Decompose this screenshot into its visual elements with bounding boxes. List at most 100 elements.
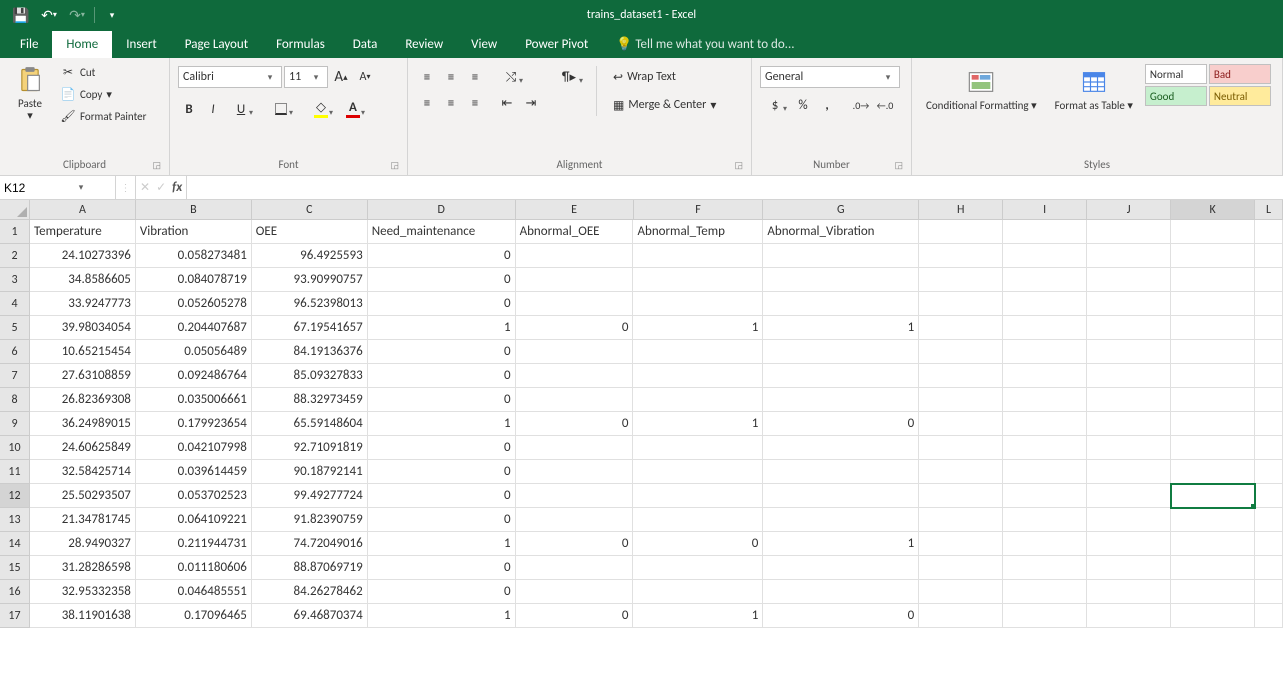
cell-K14[interactable]: [1171, 532, 1255, 556]
cell-A3[interactable]: 34.8586605: [30, 268, 136, 292]
row-header[interactable]: 8: [0, 388, 30, 412]
cell-G4[interactable]: [763, 292, 919, 316]
align-top-button[interactable]: ≡: [416, 66, 438, 88]
column-header-A[interactable]: A: [30, 200, 136, 220]
cell-H3[interactable]: [919, 268, 1003, 292]
cell-K16[interactable]: [1171, 580, 1255, 604]
row-header[interactable]: 14: [0, 532, 30, 556]
cell-J14[interactable]: [1087, 532, 1171, 556]
cell-F14[interactable]: 0: [633, 532, 763, 556]
cell-K2[interactable]: [1171, 244, 1255, 268]
cell-L4[interactable]: [1255, 292, 1283, 316]
cell-F5[interactable]: 1: [633, 316, 763, 340]
cell-E16[interactable]: [516, 580, 634, 604]
cell-J2[interactable]: [1087, 244, 1171, 268]
row-header[interactable]: 2: [0, 244, 30, 268]
cell-F16[interactable]: [633, 580, 763, 604]
style-bad[interactable]: Bad: [1209, 64, 1271, 84]
row-header[interactable]: 12: [0, 484, 30, 508]
cell-A6[interactable]: 10.65215454: [30, 340, 136, 364]
spreadsheet-grid[interactable]: ABCDEFGHIJKL 1TemperatureVibrationOEENee…: [0, 200, 1283, 628]
cell-D11[interactable]: 0: [368, 460, 516, 484]
cell-C1[interactable]: OEE: [252, 220, 368, 244]
cell-D7[interactable]: 0: [368, 364, 516, 388]
cell-D4[interactable]: 0: [368, 292, 516, 316]
cell-F7[interactable]: [633, 364, 763, 388]
alignment-dialog-launcher[interactable]: ◲: [734, 160, 743, 171]
cell-B2[interactable]: 0.058273481: [136, 244, 252, 268]
column-header-B[interactable]: B: [136, 200, 252, 220]
cell-A16[interactable]: 32.95332358: [30, 580, 136, 604]
cell-L15[interactable]: [1255, 556, 1283, 580]
cell-G11[interactable]: [763, 460, 919, 484]
column-header-G[interactable]: G: [763, 200, 919, 220]
cell-C4[interactable]: 96.52398013: [252, 292, 368, 316]
cell-J12[interactable]: [1087, 484, 1171, 508]
cell-I14[interactable]: [1003, 532, 1087, 556]
cell-D16[interactable]: 0: [368, 580, 516, 604]
paste-button[interactable]: Paste▾: [8, 62, 52, 124]
column-header-J[interactable]: J: [1087, 200, 1171, 220]
style-normal[interactable]: Normal: [1145, 64, 1207, 84]
cell-H7[interactable]: [919, 364, 1003, 388]
cell-D15[interactable]: 0: [368, 556, 516, 580]
tab-insert[interactable]: Insert: [112, 31, 171, 58]
save-button[interactable]: 💾: [8, 3, 34, 27]
cell-D10[interactable]: 0: [368, 436, 516, 460]
cell-K1[interactable]: [1171, 220, 1255, 244]
align-center-button[interactable]: ≡: [440, 92, 462, 114]
merge-center-button[interactable]: ▦Merge & Center ▾: [607, 94, 722, 116]
cell-J13[interactable]: [1087, 508, 1171, 532]
cell-G2[interactable]: [763, 244, 919, 268]
cell-K13[interactable]: [1171, 508, 1255, 532]
cell-J4[interactable]: [1087, 292, 1171, 316]
cell-B13[interactable]: 0.064109221: [136, 508, 252, 532]
cell-L2[interactable]: [1255, 244, 1283, 268]
cell-A17[interactable]: 38.11901638: [30, 604, 136, 628]
row-header[interactable]: 4: [0, 292, 30, 316]
cell-H5[interactable]: [919, 316, 1003, 340]
cell-H4[interactable]: [919, 292, 1003, 316]
cell-H1[interactable]: [919, 220, 1003, 244]
tab-review[interactable]: Review: [391, 31, 457, 58]
cell-F4[interactable]: [633, 292, 763, 316]
cell-D8[interactable]: 0: [368, 388, 516, 412]
cell-D17[interactable]: 1: [368, 604, 516, 628]
cell-C13[interactable]: 91.82390759: [252, 508, 368, 532]
cell-C15[interactable]: 88.87069719: [252, 556, 368, 580]
cell-D3[interactable]: 0: [368, 268, 516, 292]
row-header[interactable]: 13: [0, 508, 30, 532]
cell-B7[interactable]: 0.092486764: [136, 364, 252, 388]
cell-L16[interactable]: [1255, 580, 1283, 604]
cell-I1[interactable]: [1003, 220, 1087, 244]
cell-I13[interactable]: [1003, 508, 1087, 532]
tab-home[interactable]: Home: [52, 31, 112, 58]
tab-power-pivot[interactable]: Power Pivot: [511, 31, 602, 58]
cell-E8[interactable]: [516, 388, 634, 412]
tab-file[interactable]: File: [6, 31, 52, 58]
row-header[interactable]: 11: [0, 460, 30, 484]
cell-J7[interactable]: [1087, 364, 1171, 388]
align-bottom-button[interactable]: ≡: [464, 66, 486, 88]
font-family-combo[interactable]: Calibri▾: [178, 66, 282, 88]
cell-G14[interactable]: 1: [763, 532, 919, 556]
accounting-format-button[interactable]: $: [760, 94, 790, 116]
cell-I6[interactable]: [1003, 340, 1087, 364]
cell-E17[interactable]: 0: [516, 604, 634, 628]
cell-I17[interactable]: [1003, 604, 1087, 628]
column-header-D[interactable]: D: [368, 200, 516, 220]
undo-button[interactable]: ↶ ▾: [36, 3, 62, 27]
decrease-font-button[interactable]: A▾: [354, 66, 376, 88]
cell-K3[interactable]: [1171, 268, 1255, 292]
cell-G1[interactable]: Abnormal_Vibration: [763, 220, 919, 244]
cell-G15[interactable]: [763, 556, 919, 580]
italic-button[interactable]: I: [202, 98, 224, 120]
cancel-icon[interactable]: ✕: [140, 180, 150, 195]
cell-L10[interactable]: [1255, 436, 1283, 460]
cell-E3[interactable]: [516, 268, 634, 292]
cell-G17[interactable]: 0: [763, 604, 919, 628]
cell-H8[interactable]: [919, 388, 1003, 412]
cell-B8[interactable]: 0.035006661: [136, 388, 252, 412]
cell-L14[interactable]: [1255, 532, 1283, 556]
cell-J11[interactable]: [1087, 460, 1171, 484]
